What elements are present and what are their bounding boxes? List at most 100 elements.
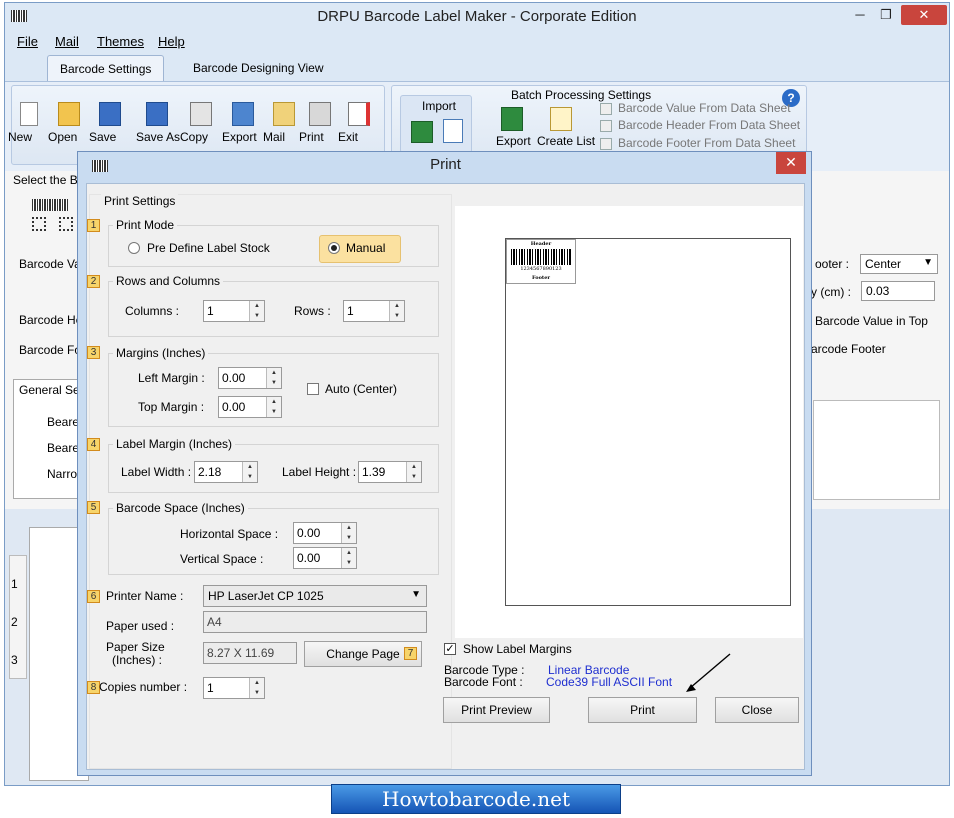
copy-button[interactable]: Copy xyxy=(180,102,222,144)
columns-spinner[interactable]: 1 ▲ ▼ xyxy=(203,300,265,322)
label-height-spinner[interactable]: 1.39 ▲ ▼ xyxy=(358,461,422,483)
bearer-item-1: Beare xyxy=(47,415,80,429)
new-button[interactable]: New xyxy=(8,102,50,144)
horizontal-space-spinner[interactable]: 0.00 ▲ ▼ xyxy=(293,522,357,544)
manual-radio[interactable] xyxy=(328,242,340,254)
change-page-label: Change Page xyxy=(326,647,400,661)
top-margin-spinner[interactable]: 0.00 ▲ ▼ xyxy=(218,396,282,418)
create-list-icon[interactable] xyxy=(550,107,572,131)
batch-export-icon[interactable] xyxy=(501,107,523,131)
paper-size-unit: (Inches) : xyxy=(112,653,163,667)
cm-value: 0.03 xyxy=(866,284,890,298)
export-icon xyxy=(232,102,254,126)
new-file-icon xyxy=(20,102,38,126)
vertical-space-spinner[interactable]: 0.00 ▲ ▼ xyxy=(293,547,357,569)
left-margin-spinner[interactable]: 0.00 ▲ ▼ xyxy=(218,367,282,389)
auto-center-label: Auto (Center) xyxy=(325,382,398,396)
value-from-sheet-checkbox[interactable] xyxy=(600,103,612,115)
label-height-label: Label Height : xyxy=(282,465,357,479)
footer-from-sheet-checkbox[interactable] xyxy=(600,138,612,150)
columns-label: Columns : xyxy=(125,304,180,318)
label-width-spinner[interactable]: 2.18 ▲ ▼ xyxy=(194,461,258,483)
linear-barcode-option-icon[interactable] xyxy=(32,199,68,211)
rows-columns-legend: Rows and Columns xyxy=(113,274,224,288)
paper-used-value: A4 xyxy=(207,615,222,629)
footer-align-select[interactable]: Center ▼ xyxy=(860,254,938,274)
save-as-icon xyxy=(146,102,168,126)
exit-button[interactable]: Exit xyxy=(338,102,380,144)
open-button[interactable]: Open xyxy=(48,102,90,144)
footer-from-sheet-label: Barcode Footer From Data Sheet xyxy=(618,136,796,150)
step-4-badge: 4 xyxy=(87,438,100,451)
menu-mail[interactable]: Mail xyxy=(55,34,79,49)
menu-file[interactable]: File xyxy=(17,34,38,49)
print-confirm-button[interactable]: Print xyxy=(588,697,697,723)
mail-icon xyxy=(273,102,295,126)
datamatrix-option-icon[interactable] xyxy=(59,217,73,231)
page-preview: Header 1234567890123 Footer xyxy=(505,238,791,606)
header-from-sheet-checkbox[interactable] xyxy=(600,120,612,132)
label-digits: 1234567890123 xyxy=(520,266,562,272)
ruler-mark-1: 1 xyxy=(11,577,18,591)
paper-used-label: Paper used : xyxy=(106,619,175,633)
rows-spinner[interactable]: 1 ▲ ▼ xyxy=(343,300,405,322)
chevron-down-icon: ▼ xyxy=(923,257,933,268)
predefine-radio[interactable] xyxy=(128,242,140,254)
print-dialog: Print ✕ Print Settings 1 Print Mode Pre … xyxy=(77,151,812,776)
horizontal-space-label: Horizontal Space : xyxy=(180,527,279,541)
step-5-badge: 5 xyxy=(87,501,100,514)
footer-align-value: Center xyxy=(865,257,902,271)
menu-help[interactable]: Help xyxy=(158,34,185,49)
narrow-item: Narro xyxy=(47,467,78,481)
header-from-sheet-label: Barcode Header From Data Sheet xyxy=(618,118,801,132)
manual-label: Manual xyxy=(346,241,386,255)
paper-size-field: 8.27 X 11.69 xyxy=(203,642,297,664)
printer-icon xyxy=(309,102,331,126)
printer-select[interactable]: HP LaserJet CP 1025 ▼ xyxy=(203,585,427,607)
tab-barcode-designing-view[interactable]: Barcode Designing View xyxy=(181,55,336,81)
footer-align-label: ooter : xyxy=(815,257,850,271)
general-settings-panel xyxy=(13,379,83,499)
dialog-close-icon[interactable]: ✕ xyxy=(776,152,806,174)
copies-spinner[interactable]: 1 ▲ ▼ xyxy=(203,677,265,699)
top-margin-label: Top Margin : xyxy=(138,400,205,414)
label-footer: Footer xyxy=(531,275,551,281)
step-3-badge: 3 xyxy=(87,346,100,359)
create-list-button[interactable]: Create List xyxy=(537,134,595,148)
print-button[interactable]: Print xyxy=(299,102,341,144)
show-margins-checkbox[interactable]: ✓ xyxy=(444,643,456,655)
menu-bar: File Mail Themes Help xyxy=(5,31,949,53)
printer-name-label: Printer Name : xyxy=(106,589,184,603)
menu-themes[interactable]: Themes xyxy=(97,34,144,49)
label-margin-legend: Label Margin (Inches) xyxy=(113,437,236,451)
label-barcode xyxy=(511,249,571,265)
dialog-title: Print xyxy=(430,156,461,173)
margins-legend: Margins (Inches) xyxy=(113,346,209,360)
barcode-space-group xyxy=(108,508,439,575)
save-button[interactable]: Save xyxy=(89,102,131,144)
printer-value: HP LaserJet CP 1025 xyxy=(208,589,324,603)
export-button[interactable]: Export xyxy=(222,102,264,144)
tab-barcode-settings[interactable]: Barcode Settings xyxy=(47,55,165,81)
document-import-icon[interactable] xyxy=(443,119,463,143)
cm-input[interactable]: 0.03 xyxy=(861,281,935,301)
close-button[interactable]: Close xyxy=(715,697,799,723)
bearer-item-2: Beare xyxy=(47,441,80,455)
qr-option-icon[interactable] xyxy=(32,217,46,231)
footer-label-right: arcode Footer xyxy=(811,342,886,356)
exit-icon xyxy=(348,102,370,126)
close-window-button[interactable]: ✕ xyxy=(901,5,947,25)
batch-export-button[interactable]: Export xyxy=(496,134,531,148)
print-preview-button[interactable]: Print Preview xyxy=(443,697,550,723)
annotation-arrow-icon xyxy=(686,653,731,692)
show-margins-label: Show Label Margins xyxy=(463,642,572,656)
excel-import-icon[interactable] xyxy=(411,121,433,143)
maximize-button[interactable]: ❐ xyxy=(873,5,899,25)
import-label: Import xyxy=(422,99,457,113)
save-as-button[interactable]: Save As xyxy=(136,102,180,144)
save-icon xyxy=(99,102,121,126)
minimize-button[interactable]: ─ xyxy=(847,5,873,25)
paper-size-label: Paper Size xyxy=(106,640,165,654)
auto-center-checkbox[interactable] xyxy=(307,383,319,395)
folder-open-icon xyxy=(58,102,80,126)
